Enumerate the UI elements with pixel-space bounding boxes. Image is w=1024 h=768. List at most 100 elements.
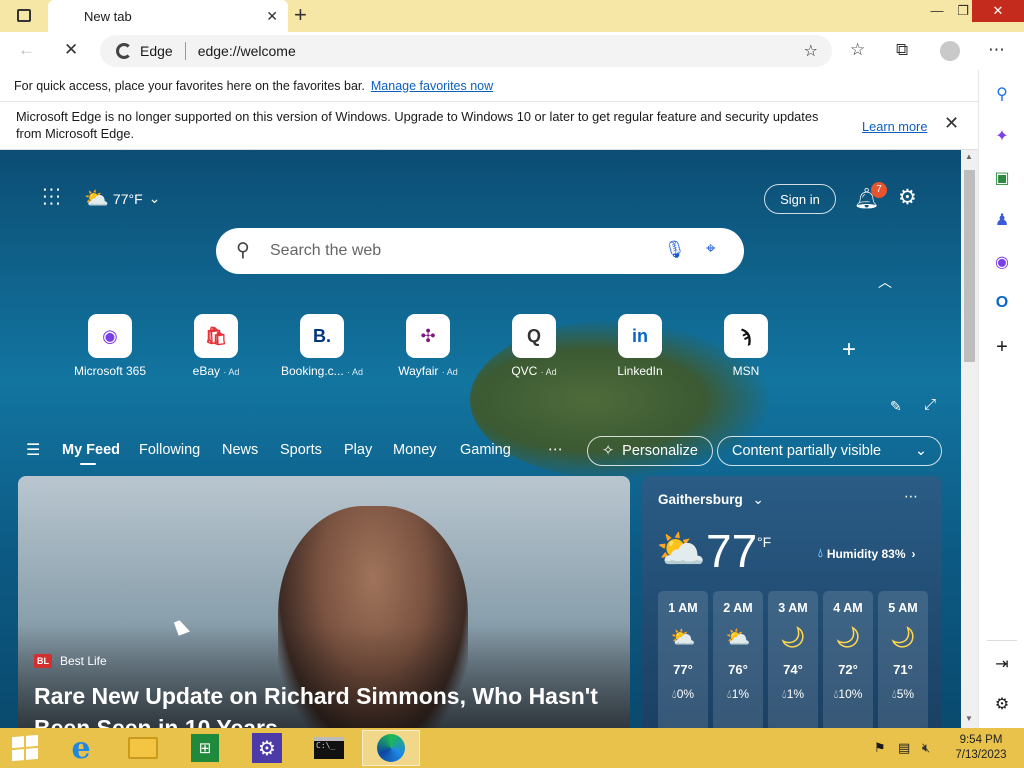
favorites-icon[interactable]: ☆: [850, 40, 865, 60]
store-icon[interactable]: ⊞: [180, 730, 230, 766]
copilot-icon[interactable]: ✦: [979, 126, 1024, 146]
quick-link-tile[interactable]: 🛍 eBay · Ad: [166, 314, 266, 378]
collapse-chevron-icon[interactable]: ︿: [878, 272, 892, 292]
article-headline[interactable]: Rare New Update on Richard Simmons, Who …: [34, 680, 614, 728]
sidebar-search-icon[interactable]: ⚲: [979, 84, 1024, 104]
tab-title: New tab: [84, 8, 132, 24]
nav-my-feed[interactable]: My Feed: [62, 442, 120, 458]
customize-layout-icon[interactable]: ✎: [890, 398, 902, 415]
scroll-up-arrow[interactable]: ▲: [965, 152, 973, 161]
quick-link-tile[interactable]: ◉ Microsoft 365: [60, 314, 160, 378]
add-favorite-icon[interactable]: ☆: [804, 41, 818, 61]
visual-search-icon[interactable]: ⌖: [706, 239, 716, 259]
office-icon[interactable]: ◉: [979, 252, 1024, 272]
nav-gaming[interactable]: Gaming: [460, 442, 511, 458]
more-menu-icon[interactable]: ⋯: [988, 40, 1005, 60]
nav-news[interactable]: News: [222, 442, 258, 458]
quick-link-tile[interactable]: ϡ MSN: [696, 314, 796, 378]
hourly-forecast-item[interactable]: 2 AM ⛅ 76° 💧︎1%: [713, 591, 763, 728]
sign-in-button[interactable]: Sign in: [764, 184, 836, 214]
quick-link-label: Microsoft 365: [73, 364, 147, 378]
personalize-button[interactable]: ✧ Personalize: [587, 436, 713, 466]
web-search-box[interactable]: ⚲ Search the web 🎙︎ ⌖: [216, 228, 744, 274]
start-button[interactable]: [0, 730, 50, 766]
learn-more-link[interactable]: Learn more: [862, 118, 927, 135]
manage-favorites-link[interactable]: Manage favorites now: [371, 79, 493, 93]
hour-weather-icon: 🌙︎: [780, 627, 806, 649]
notification-count-badge: 7: [871, 182, 887, 198]
close-infobar-icon[interactable]: ✕: [944, 114, 959, 132]
action-center-flag-icon[interactable]: ⚑: [874, 740, 886, 756]
nav-following[interactable]: Following: [139, 442, 200, 458]
new-tab-button[interactable]: +: [294, 4, 307, 26]
clock-date: 7/13/2023: [955, 749, 1007, 761]
close-window-button[interactable]: ✕: [972, 0, 1024, 22]
hourly-forecast-item[interactable]: 1 AM ⛅ 77° 💧︎0%: [658, 591, 708, 728]
shopping-icon[interactable]: ▣: [979, 168, 1024, 188]
scrollbar-thumb[interactable]: [964, 170, 975, 362]
content-visibility-label: Content partially visible: [732, 443, 882, 459]
quick-link-tile[interactable]: ✣ Wayfair · Ad: [378, 314, 478, 378]
weather-location[interactable]: Gaithersburg ⌄: [658, 492, 764, 508]
microphone-icon[interactable]: 🎙︎: [664, 240, 686, 260]
infobar-message: Microsoft Edge is no longer supported on…: [16, 109, 819, 141]
quick-link-tile[interactable]: Q QVC · Ad: [484, 314, 584, 378]
weather-more-icon[interactable]: ⋯: [904, 488, 918, 505]
quick-link-tile[interactable]: B. Booking.c... · Ad: [272, 314, 372, 378]
sidebar-settings-icon[interactable]: ⚙: [979, 694, 1024, 714]
humidity-info[interactable]: 💧︎ Humidity 83% ›: [818, 546, 916, 561]
hide-sidebar-icon[interactable]: ⇥: [979, 654, 1024, 674]
internet-explorer-icon[interactable]: e: [56, 730, 106, 766]
featured-article-card[interactable]: BL Best Life Rare New Update on Richard …: [18, 476, 630, 728]
close-tab-icon[interactable]: ✕: [266, 8, 278, 25]
nav-money[interactable]: Money: [393, 442, 437, 458]
hour-time: 1 AM: [668, 601, 698, 615]
tab-actions-icon[interactable]: [17, 9, 31, 22]
tab-new-tab[interactable]: New tab ✕: [48, 0, 288, 32]
stop-loading-icon[interactable]: ✕: [64, 40, 78, 60]
nav-sports[interactable]: Sports: [280, 442, 322, 458]
hourly-forecast-item[interactable]: 5 AM 🌙︎ 71° 💧︎5%: [878, 591, 928, 728]
weather-widget-button[interactable]: ⛅ 77°F ⌄: [84, 186, 160, 211]
nav-play[interactable]: Play: [344, 442, 372, 458]
system-clock[interactable]: 9:54 PM 7/13/2023: [946, 733, 1016, 763]
page-scrollbar[interactable]: ▲ ▼: [961, 150, 978, 728]
page-settings-icon[interactable]: ⚙: [898, 185, 917, 210]
profile-avatar[interactable]: [940, 41, 960, 61]
add-shortcut-icon[interactable]: +: [842, 336, 856, 364]
hourly-forecast-item[interactable]: 3 AM 🌙︎ 74° 💧︎1%: [768, 591, 818, 728]
hour-temp: 72°: [838, 662, 858, 677]
quick-link-tile[interactable]: in LinkedIn: [590, 314, 690, 378]
hourly-forecast-item[interactable]: 4 AM 🌙︎ 72° 💧︎10%: [823, 591, 873, 728]
back-icon[interactable]: ←: [18, 40, 35, 60]
quick-link-icon: ✣: [406, 314, 450, 358]
collections-icon[interactable]: ⧉: [896, 40, 908, 60]
edge-taskbar-icon[interactable]: [362, 730, 420, 766]
scroll-down-arrow[interactable]: ▼: [965, 714, 973, 723]
humidity-text: Humidity 83%: [826, 546, 906, 561]
nav-more-icon[interactable]: ⋯: [548, 442, 563, 458]
article-source[interactable]: BL Best Life: [34, 654, 107, 668]
outlook-icon[interactable]: O: [979, 294, 1024, 312]
hour-time: 4 AM: [833, 601, 863, 615]
apps-launcher-icon[interactable]: ∙∙∙ ∙∙∙ ∙∙∙: [42, 179, 62, 213]
active-tab-indicator: [80, 463, 96, 465]
quick-link-icon: 🛍: [194, 314, 238, 358]
url-text[interactable]: edge://welcome: [198, 43, 296, 59]
network-icon[interactable]: ▤: [898, 740, 910, 756]
sidebar-divider: [987, 640, 1017, 641]
fullscreen-icon[interactable]: ⤢: [924, 396, 936, 413]
feed-menu-icon[interactable]: ☰: [26, 440, 40, 460]
file-explorer-icon[interactable]: [118, 730, 168, 766]
volume-muted-icon[interactable]: 🔇︎: [922, 740, 930, 756]
site-identity[interactable]: Edge: [140, 43, 173, 59]
address-bar[interactable]: Edge edge://welcome ☆: [100, 35, 832, 67]
add-sidebar-app-icon[interactable]: +: [979, 336, 1024, 359]
tools-icon[interactable]: ♟: [979, 210, 1024, 230]
current-temperature: 77: [706, 525, 758, 577]
command-prompt-icon[interactable]: C:\_: [304, 730, 354, 766]
address-separator: [184, 42, 186, 60]
weather-card[interactable]: Gaithersburg ⌄ ⋯ ⛅ 77 °F 💧︎ Humidity 83%…: [642, 476, 942, 728]
settings-app-icon[interactable]: ⚙: [242, 730, 292, 766]
content-visibility-dropdown[interactable]: Content partially visible ⌄: [717, 436, 942, 466]
